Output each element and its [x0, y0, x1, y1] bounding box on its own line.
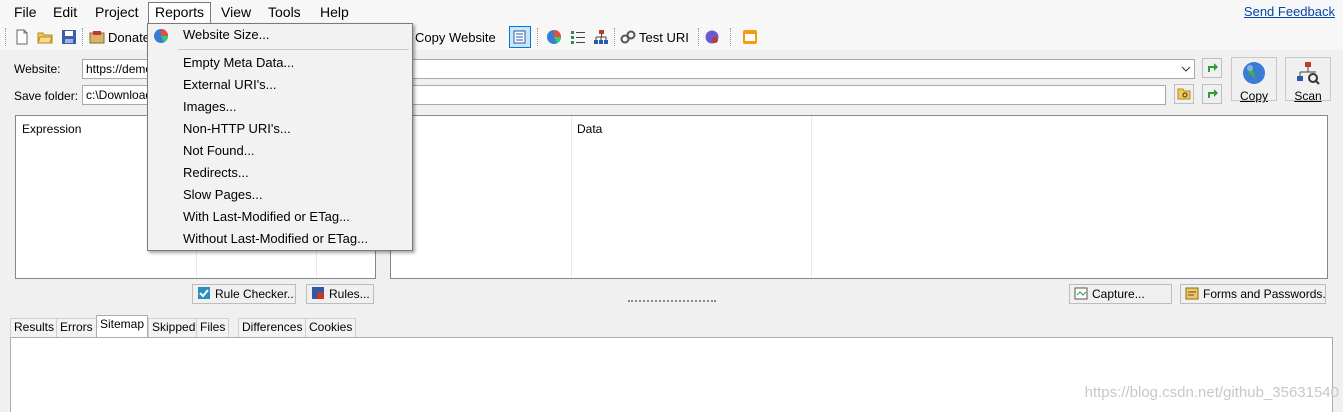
menu-item-redirects[interactable]: Redirects...	[183, 163, 249, 183]
menu-item-with-last-modified[interactable]: With Last-Modified or ETag...	[183, 207, 350, 227]
menu-item-without-last-modified[interactable]: Without Last-Modified or ETag...	[183, 229, 368, 249]
browse-folder-icon	[1177, 86, 1191, 103]
send-feedback-link[interactable]: Send Feedback	[1244, 4, 1335, 19]
column-divider	[571, 116, 572, 278]
rule-checker-button[interactable]: Rule Checker...	[192, 284, 296, 304]
open-folder-button[interactable]	[1202, 84, 1222, 104]
expression-column-header[interactable]: Expression	[22, 122, 81, 136]
scan-button[interactable]: Scan	[1285, 57, 1331, 103]
menu-item-images[interactable]: Images...	[183, 97, 236, 117]
forms-icon	[1185, 286, 1199, 303]
bug-button[interactable]	[704, 27, 720, 47]
copy-label: Copy	[1239, 89, 1268, 103]
chevron-down-icon[interactable]	[1181, 60, 1191, 78]
tab-sitemap[interactable]: Sitemap	[96, 315, 149, 337]
rules-icon	[311, 286, 325, 303]
capture-icon	[1074, 286, 1088, 303]
new-file-icon	[14, 29, 30, 45]
tab-results[interactable]: Results	[10, 318, 59, 337]
toolbar-separator	[730, 28, 731, 46]
test-uri-label: Test URI	[639, 29, 689, 45]
menu-item-website-size[interactable]: Website Size...	[183, 25, 269, 45]
save-button[interactable]	[61, 27, 77, 47]
globe-icon	[1241, 60, 1267, 89]
menu-item-slow-pages[interactable]: Slow Pages...	[183, 185, 263, 205]
sitemap-icon	[593, 29, 609, 45]
data-pane[interactable]: Data	[390, 115, 1328, 279]
tab-cookies[interactable]: Cookies	[305, 318, 357, 337]
toolbar-separator	[698, 28, 699, 46]
menu-separator	[178, 49, 409, 50]
toolbar-grip	[5, 28, 6, 46]
link-icon	[620, 29, 636, 45]
tab-files[interactable]: Files	[196, 318, 230, 337]
toolbar-separator	[82, 28, 83, 46]
list-icon	[570, 29, 586, 45]
list-view-icon	[512, 29, 528, 45]
menu-item-empty-meta-data[interactable]: Empty Meta Data...	[183, 53, 294, 73]
rules-label: Rules...	[329, 287, 370, 301]
menu-item-external-uris[interactable]: External URI's...	[183, 75, 277, 95]
forms-passwords-label: Forms and Passwords...	[1203, 287, 1326, 301]
menu-item-non-http-uris[interactable]: Non-HTTP URI's...	[183, 119, 291, 139]
donate-button[interactable]: Donate	[89, 27, 150, 47]
scan-label: Scan	[1294, 89, 1322, 103]
capture-label: Capture...	[1092, 287, 1145, 301]
data-column-header[interactable]: Data	[577, 122, 602, 136]
list-button[interactable]	[570, 27, 586, 47]
new-button[interactable]	[14, 27, 30, 47]
arrow-green-icon	[1205, 86, 1219, 103]
test-uri-button[interactable]: Test URI	[620, 27, 689, 47]
splitter-grip[interactable]	[628, 300, 716, 302]
menu-view[interactable]: View	[215, 3, 257, 23]
open-button[interactable]	[37, 27, 53, 47]
chart-button[interactable]	[546, 27, 562, 47]
feed-icon	[742, 29, 758, 45]
donate-icon	[89, 29, 105, 45]
menu-item-not-found[interactable]: Not Found...	[183, 141, 255, 161]
rss-button[interactable]	[742, 27, 758, 47]
menu-help[interactable]: Help	[314, 3, 355, 23]
browse-folder-button[interactable]	[1174, 84, 1194, 104]
save-folder-label: Save folder:	[14, 89, 79, 103]
tab-errors[interactable]: Errors	[56, 318, 97, 337]
watermark: https://blog.csdn.net/github_35631540	[1084, 384, 1339, 401]
forms-passwords-button[interactable]: Forms and Passwords...	[1180, 284, 1326, 304]
scan-icon	[1295, 60, 1321, 89]
rules-button[interactable]: Rules...	[306, 284, 374, 304]
go-website-button[interactable]	[1202, 58, 1222, 78]
view-toggle-button[interactable]	[509, 26, 531, 48]
menubar: File Edit Project Reports View Tools Hel…	[0, 0, 1343, 24]
donate-label: Donate	[108, 29, 150, 45]
reports-menu: Website Size... Empty Meta Data... Exter…	[147, 23, 413, 251]
menu-project[interactable]: Project	[89, 3, 145, 23]
rule-checker-label: Rule Checker...	[215, 287, 296, 301]
column-divider	[811, 116, 812, 278]
capture-button[interactable]: Capture...	[1069, 284, 1172, 304]
tab-skipped[interactable]: Skipped	[148, 318, 200, 337]
pie-chart-icon	[153, 28, 169, 47]
menu-tools[interactable]: Tools	[262, 3, 307, 23]
sitemap-button[interactable]	[593, 27, 609, 47]
copy-website-label: Copy Website	[415, 29, 496, 45]
pie-chart-icon	[546, 29, 562, 45]
arrow-green-icon	[1205, 60, 1219, 77]
rule-checker-icon	[197, 286, 211, 303]
copy-button[interactable]: Copy	[1231, 57, 1277, 103]
menu-reports[interactable]: Reports	[148, 2, 212, 24]
open-folder-icon	[37, 29, 53, 45]
toolbar-separator	[614, 28, 615, 46]
website-label: Website:	[14, 62, 61, 76]
menu-edit[interactable]: Edit	[47, 3, 83, 23]
tab-differences[interactable]: Differences	[238, 318, 307, 337]
menu-file[interactable]: File	[8, 3, 43, 23]
toolbar-separator	[537, 28, 538, 46]
save-icon	[61, 29, 77, 45]
bug-globe-icon	[704, 29, 720, 45]
